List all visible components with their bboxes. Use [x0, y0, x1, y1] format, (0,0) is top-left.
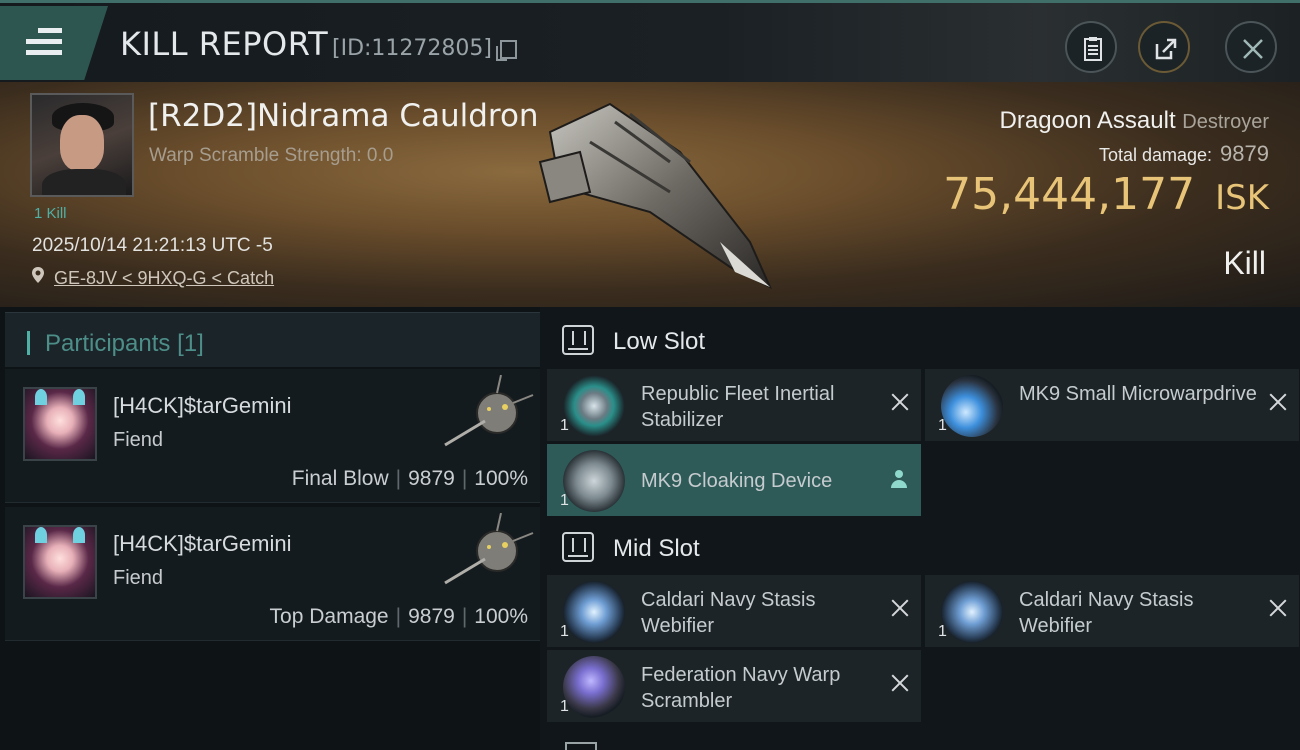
- participant-name: [H4CK]$tarGemini: [113, 393, 292, 418]
- cloaking-device-icon: [563, 450, 625, 512]
- kill-result: Kill: [1223, 245, 1266, 281]
- item-quantity: 1: [938, 417, 947, 434]
- page-title: KILL REPORT: [120, 25, 329, 63]
- menu-icon: [26, 28, 62, 61]
- item-quantity: 1: [938, 623, 947, 640]
- participant-ship: Fiend: [113, 429, 164, 451]
- location-link[interactable]: GE-8JV < 9HXQ-G < Catch: [54, 268, 274, 289]
- share-button[interactable]: [1138, 21, 1190, 73]
- participants-header: Participants [1]: [5, 312, 540, 367]
- fitting-item-selected[interactable]: 1 MK9 Cloaking Device: [547, 444, 921, 516]
- report-id: [ID:11272805]: [332, 36, 492, 61]
- destroyed-icon: [1269, 393, 1287, 411]
- menu-button[interactable]: [0, 6, 108, 80]
- kill-datetime: 2025/10/14 21:21:13 UTC -5: [32, 235, 273, 256]
- stasis-webifier-icon: [563, 581, 625, 643]
- low-slot-title: Low Slot: [613, 328, 706, 355]
- participant-avatar[interactable]: [23, 387, 97, 461]
- low-slot-icon: [562, 325, 594, 355]
- inertial-stabilizer-icon: [563, 375, 625, 437]
- participant-percent: 100%: [474, 467, 528, 490]
- destroyed-icon: [891, 674, 909, 692]
- participant-card[interactable]: [H4CK]$tarGemini Fiend Final Blow | 9879 | 1…: [5, 369, 540, 503]
- participants-panel: Participants [1] [H4CK]$tarGemini Fiend …: [0, 307, 540, 750]
- destroyed-icon: [1269, 599, 1287, 617]
- share-icon: [1155, 38, 1177, 60]
- total-damage: Total damage: 9879: [1099, 141, 1269, 167]
- item-quantity: 1: [560, 623, 569, 640]
- clipboard-button[interactable]: [1065, 21, 1117, 73]
- victim-portrait[interactable]: [30, 93, 134, 197]
- item-name: Republic Fleet Inertial Stabilizer: [641, 383, 835, 431]
- fitting-item[interactable]: 1 Caldari Navy Stasis Webifier: [925, 575, 1299, 647]
- ship-class: Destroyer: [1182, 111, 1269, 133]
- destroyed-icon: [891, 599, 909, 617]
- top-bar: KILL REPORT [ID:11272805]: [0, 0, 1300, 82]
- total-damage-label: Total damage:: [1098, 145, 1213, 165]
- next-slot-header: [555, 735, 855, 750]
- victim-name[interactable]: [R2D2]Nidrama Cauldron: [148, 98, 539, 134]
- mid-slot-header: Mid Slot: [548, 518, 1300, 576]
- pilot-icon: [891, 470, 907, 490]
- participant-damage: 9879: [408, 605, 455, 628]
- participant-avatar[interactable]: [23, 525, 97, 599]
- fittings-panel: Low Slot 1 Republic Fleet Inertial Stabi…: [540, 307, 1300, 750]
- participant-stats: Top Damage | 9879 | 100%: [269, 605, 528, 628]
- stasis-webifier-icon: [941, 581, 1003, 643]
- isk-amount: 75,444,177: [943, 169, 1196, 220]
- location-pin-icon: [32, 267, 44, 283]
- ship-image: [538, 102, 773, 290]
- participants-count: [1]: [177, 330, 204, 357]
- participant-role: Final Blow: [291, 467, 389, 490]
- fitting-item[interactable]: 1 Federation Navy Warp Scrambler: [547, 650, 921, 722]
- item-name: MK9 Small Microwarpdrive: [1019, 383, 1257, 405]
- isk-value: 75,444,177 ISK: [943, 169, 1269, 220]
- warp-scrambler-icon: [563, 656, 625, 718]
- item-name: Caldari Navy Stasis Webifier: [641, 589, 816, 637]
- fitting-item[interactable]: 1 Republic Fleet Inertial Stabilizer: [547, 369, 921, 441]
- participant-card[interactable]: [H4CK]$tarGemini Fiend Top Damage | 9879 | 1…: [5, 507, 540, 641]
- low-slot-header: Low Slot: [548, 311, 1300, 369]
- total-damage-value: 9879: [1220, 141, 1269, 166]
- participant-damage: 9879: [408, 467, 455, 490]
- kill-count: 1 Kill: [34, 205, 67, 222]
- warp-scramble-strength: Warp Scramble Strength: 0.0: [149, 145, 394, 166]
- participant-name: [H4CK]$tarGemini: [113, 531, 292, 556]
- isk-unit: ISK: [1215, 178, 1269, 218]
- participant-ship: Fiend: [113, 567, 164, 589]
- fitting-item[interactable]: 1 MK9 Small Microwarpdrive: [925, 369, 1299, 441]
- microwarpdrive-icon: [941, 375, 1003, 437]
- destroyed-icon: [891, 393, 909, 411]
- participant-role: Top Damage: [269, 605, 389, 628]
- participants-title: Participants: [45, 330, 171, 357]
- ship-name: Dragoon Assault: [999, 107, 1176, 134]
- participant-stats: Final Blow | 9879 | 100%: [291, 467, 528, 490]
- item-quantity: 1: [560, 417, 569, 434]
- clipboard-icon: [1084, 37, 1102, 61]
- close-button[interactable]: [1225, 21, 1277, 73]
- victim-banner: [R2D2]Nidrama Cauldron Warp Scramble Str…: [0, 82, 1300, 307]
- item-name: MK9 Cloaking Device: [641, 470, 833, 492]
- fitting-item[interactable]: 1 Caldari Navy Stasis Webifier: [547, 575, 921, 647]
- participant-percent: 100%: [474, 605, 528, 628]
- participant-ship-image: [444, 513, 534, 585]
- victim-ship[interactable]: Dragoon Assault Destroyer: [1000, 107, 1269, 135]
- item-name: Federation Navy Warp Scrambler: [641, 664, 841, 712]
- item-quantity: 1: [560, 492, 569, 509]
- item-quantity: 1: [560, 698, 569, 715]
- mid-slot-title: Mid Slot: [613, 535, 700, 562]
- participant-ship-image: [444, 375, 534, 447]
- close-icon: [1243, 39, 1263, 59]
- item-name: Caldari Navy Stasis Webifier: [1019, 589, 1194, 637]
- mid-slot-icon: [562, 532, 594, 562]
- copy-icon[interactable]: [496, 40, 517, 61]
- slot-icon: [565, 742, 597, 750]
